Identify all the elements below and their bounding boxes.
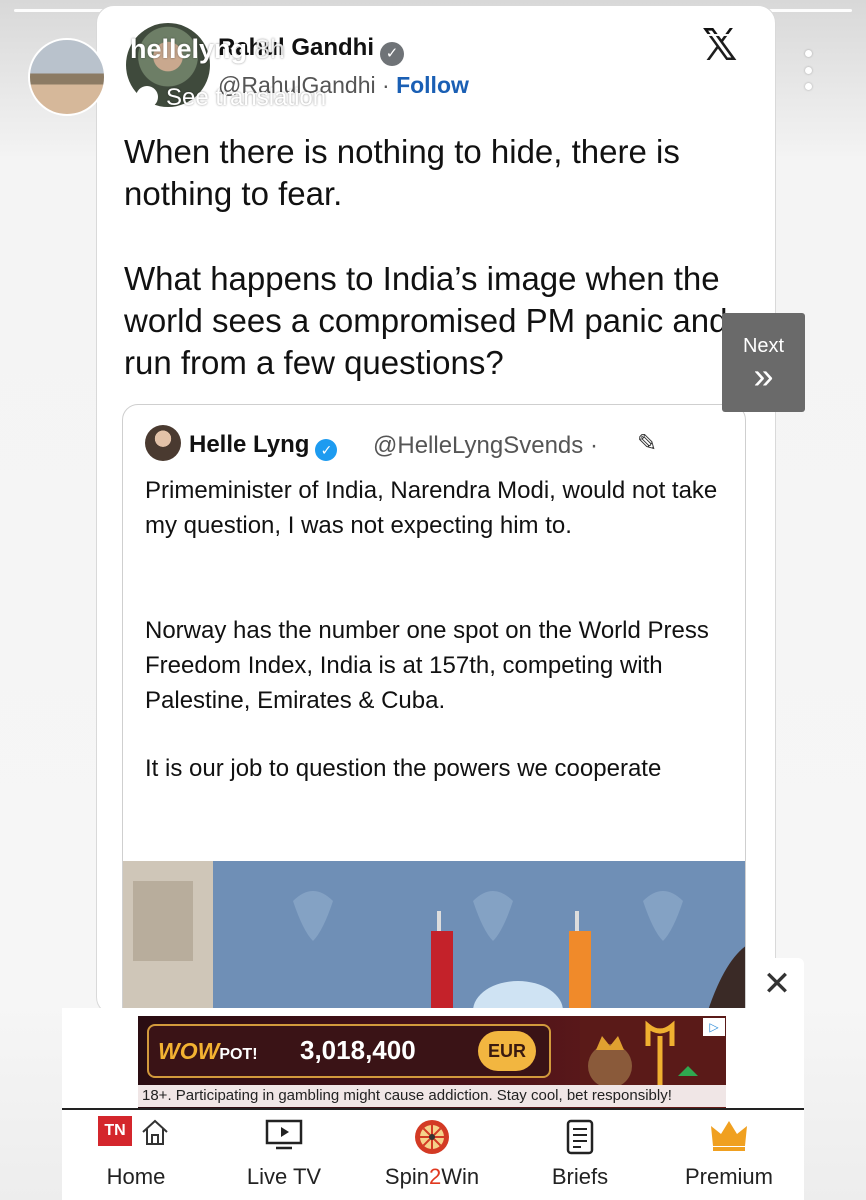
tv-icon [265,1119,303,1150]
nav-item-premium[interactable]: Premium [654,1110,804,1200]
spin-label-suffix: Win [441,1164,480,1189]
separator-dot: · [589,432,598,459]
verified-badge-icon: ✓ [315,439,338,461]
wheel-icon [415,1120,449,1154]
nav-item-live-tv[interactable]: Live TV [210,1110,358,1200]
story-username[interactable]: hellelyng 8h [130,34,285,65]
nav-item-home[interactable]: TN Home [62,1110,210,1200]
double-chevron-right-icon: » [753,355,774,396]
dot [804,50,812,57]
wowpot-logo-sub: POT! [219,1046,258,1063]
dot [804,66,812,74]
story-username-text[interactable]: hellelyng [130,34,247,64]
verified-badge-icon: ✓ [380,42,404,66]
story-follow-button[interactable]: Follow [588,34,770,110]
tweet-paragraph-2: What happens to India’s image when the w… [124,260,728,381]
quoted-author-name-text: Helle Lyng [189,431,310,458]
separator-dot: · [382,72,390,98]
nav-item-spin2win[interactable]: Spin2Win [358,1110,506,1200]
document-icon [566,1119,594,1155]
nav-item-briefs[interactable]: Briefs [506,1110,654,1200]
wowpot-logo: WOWPOT! [158,1038,258,1065]
edit-pencil-icon: ✎ [637,430,658,457]
tweet-paragraph-1: When there is nothing to hide, there is … [124,133,680,212]
nav-label-home: Home [106,1164,166,1189]
quoted-paragraph-3: It is our job to question the powers we … [145,755,662,782]
crown-icon [711,1121,747,1151]
nav-label-briefs: Briefs [551,1164,609,1189]
more-options-icon[interactable] [796,50,820,90]
jackpot-amount: 3,018,400 [300,1035,416,1065]
quoted-author-avatar [145,425,181,461]
ad-close-button[interactable]: ✕ [750,958,804,1012]
home-icon [142,1119,168,1145]
see-translation-text[interactable]: See translation [166,84,326,111]
quoted-paragraph-2: Norway has the number one spot on the Wo… [145,617,709,714]
currency-badge: EUR [478,1031,536,1071]
next-button[interactable]: Next » [722,313,805,412]
nav-label-spin2win: Spin2Win [358,1164,506,1190]
quoted-handle-text: @HelleLyngSvends [373,432,584,459]
see-translation-link[interactable]: See translation [136,84,326,112]
tweet-follow-link: Follow [396,72,469,98]
quoted-tweet: Helle Lyng ✓ @HelleLyngSvends · ✎ Primemi… [122,404,746,1044]
tn-logo: TN [98,1116,132,1146]
ad-choices-icon[interactable]: ▷ [703,1018,725,1036]
story-user-avatar[interactable] [28,38,106,116]
ad-disclaimer: 18+. Participating in gambling might cau… [138,1085,726,1107]
story-timestamp: 8h [255,34,286,64]
quoted-paragraph-1: Primeminister of India, Narendra Modi, w… [145,477,718,539]
dot [804,83,812,90]
nav-label-premium: Premium [684,1164,773,1189]
spin-label-number: 2 [428,1164,442,1189]
translate-icon [136,86,158,108]
nav-label-live-tv: Live TV [246,1164,322,1189]
spin-label-prefix: Spin [384,1164,429,1189]
wowpot-logo-main: WOW [158,1038,220,1064]
bottom-navigation: TN Home Live TV Spin2Win Briefs Premium [62,1108,804,1200]
quoted-author-name: Helle Lyng ✓ [189,431,338,461]
quoted-author-handle: @HelleLyngSvends · [373,432,598,460]
